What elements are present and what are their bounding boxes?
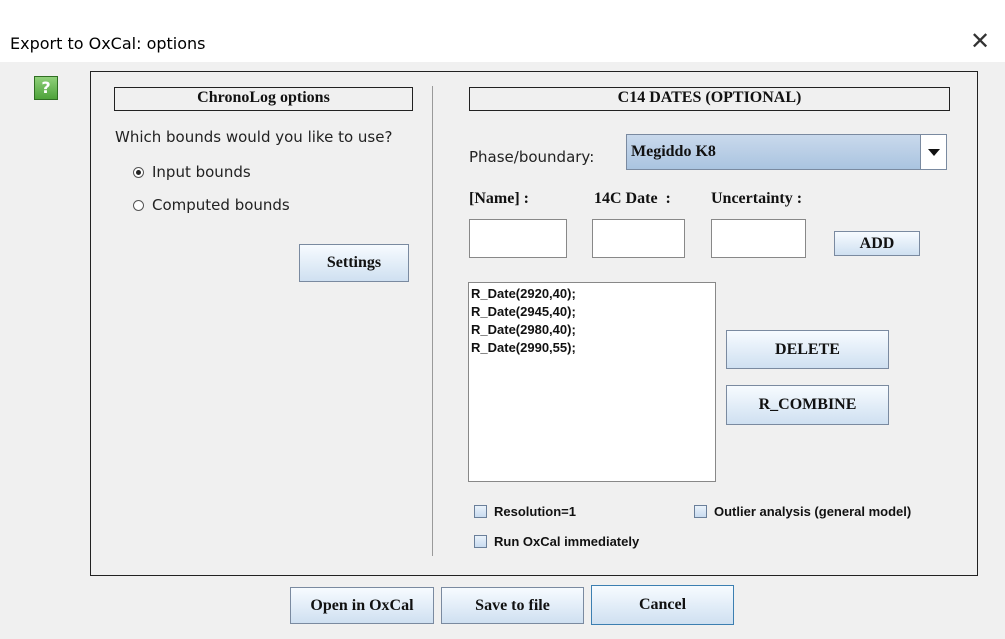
list-item[interactable]: R_Date(2945,40);	[471, 303, 576, 321]
outlier-analysis-checkbox-label: Outlier analysis (general model)	[714, 504, 912, 519]
run-oxcal-checkbox-label: Run OxCal immediately	[494, 534, 640, 549]
radio-selected-icon[interactable]	[133, 167, 144, 178]
delete-button[interactable]: DELETE	[726, 330, 889, 369]
window-title: Export to OxCal: options	[10, 34, 206, 53]
run-oxcal-checkbox[interactable]: Run OxCal immediately	[474, 533, 694, 551]
open-in-oxcal-button[interactable]: Open in OxCal	[290, 587, 434, 624]
name-label: [Name] :	[469, 190, 529, 207]
dates-list[interactable]: R_Date(2920,40); R_Date(2945,40); R_Date…	[468, 282, 716, 482]
checkbox-icon[interactable]	[474, 535, 487, 548]
help-icon[interactable]: ?	[34, 76, 58, 100]
c14-dates-header: C14 DATES (OPTIONAL)	[469, 87, 950, 111]
checkbox-icon[interactable]	[694, 505, 707, 518]
radio-computed-bounds[interactable]: Computed bounds	[133, 196, 333, 219]
radio-computed-bounds-label: Computed bounds	[152, 196, 290, 214]
list-item[interactable]: R_Date(2920,40);	[471, 285, 576, 303]
radio-input-bounds[interactable]: Input bounds	[133, 163, 333, 186]
chevron-down-icon[interactable]	[921, 135, 947, 169]
r-combine-button[interactable]: R_COMBINE	[726, 385, 889, 425]
uncertainty-input[interactable]	[711, 219, 806, 258]
list-item[interactable]: R_Date(2980,40);	[471, 321, 576, 339]
radio-input-bounds-label: Input bounds	[152, 163, 251, 181]
resolution-checkbox-label: Resolution=1	[494, 504, 576, 519]
resolution-checkbox[interactable]: Resolution=1	[474, 503, 634, 521]
outlier-analysis-checkbox[interactable]: Outlier analysis (general model)	[694, 503, 954, 521]
save-to-file-button[interactable]: Save to file	[441, 587, 584, 624]
chronolog-options-header: ChronoLog options	[114, 87, 413, 111]
c14-date-label: 14C Date :	[594, 190, 671, 207]
name-input[interactable]	[469, 219, 567, 258]
panel-divider	[432, 86, 433, 556]
close-icon[interactable]: ✕	[970, 26, 990, 56]
settings-button[interactable]: Settings	[299, 244, 409, 282]
cancel-button[interactable]: Cancel	[591, 585, 734, 625]
radio-unselected-icon[interactable]	[133, 200, 144, 211]
list-item[interactable]: R_Date(2990,55);	[471, 339, 576, 357]
phase-boundary-select[interactable]: Megiddo K8	[626, 134, 947, 170]
phase-boundary-label: Phase/boundary:	[469, 148, 595, 166]
checkbox-icon[interactable]	[474, 505, 487, 518]
phase-boundary-value: Megiddo K8	[631, 143, 716, 160]
c14-date-input[interactable]	[592, 219, 685, 258]
add-button[interactable]: ADD	[834, 231, 920, 256]
uncertainty-label: Uncertainty :	[711, 190, 803, 207]
dropdown-arrow[interactable]	[920, 135, 946, 169]
bounds-question: Which bounds would you like to use?	[115, 128, 393, 146]
